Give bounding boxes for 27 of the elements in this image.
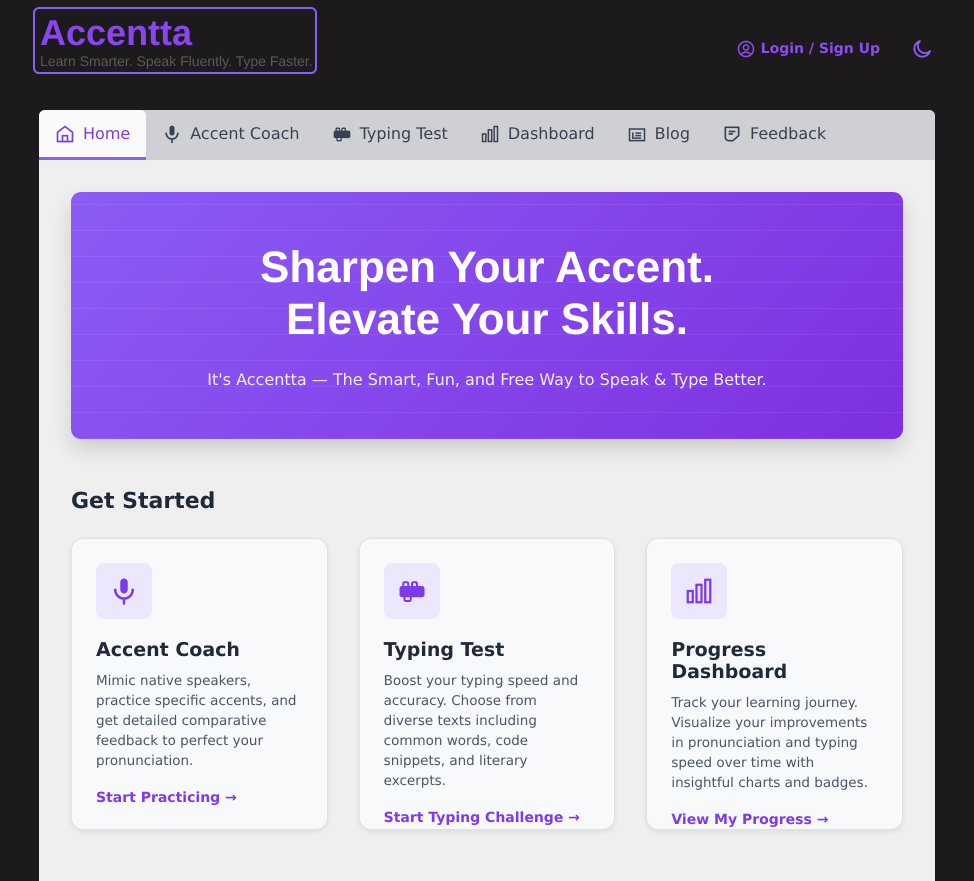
home-icon: [55, 124, 75, 144]
logo-box[interactable]: Accentta Learn Smarter. Speak Fluently. Type Faster.: [33, 7, 317, 74]
user-icon: [736, 40, 755, 58]
logo-text: Accentta: [40, 13, 194, 53]
card-title: Typing Test: [384, 639, 506, 661]
card-text: Boost your typing speed and accuracy. Choose from diverse texts including common words, code snippets, and literary excerpts.: [384, 672, 580, 791]
card-title: Accent Coach: [96, 639, 241, 661]
bar-chart-icon: [480, 124, 500, 144]
nav-tab[interactable]: Dashboard: [464, 110, 611, 160]
nav-tab[interactable]: Accent Coach: [146, 110, 316, 160]
login-link[interactable]: Login / Sign Up: [736, 40, 880, 58]
section-title: Get Started: [71, 489, 216, 514]
card-text: Mimic native speakers, practice specific accents, and get detailed comparative feedback to perfect your pronunciation.: [96, 672, 298, 771]
card-link[interactable]: Start Typing Challenge →: [384, 810, 580, 826]
tagline: Learn Smarter. Speak Fluently. Type Faster.: [40, 53, 313, 69]
feedback-icon: [722, 124, 742, 144]
bar-chart-icon: [684, 576, 714, 606]
card-text: Track your learning journey. Visualize your improvements in pronunciation and typing speed over time with insightful charts and badges.: [671, 694, 869, 793]
card-link[interactable]: Start Practicing →: [96, 790, 237, 806]
nav-tab[interactable]: Blog: [610, 110, 706, 160]
nav-tab[interactable]: Home: [39, 110, 146, 160]
hero-title: Sharpen Your Accent. Elevate Your Skills.: [260, 242, 714, 346]
hero-subtitle: It's Accentta — The Smart, Fun, and Free Way to Speak & Type Better.: [207, 370, 767, 389]
nav-tab[interactable]: Feedback: [706, 110, 842, 160]
nav-tab[interactable]: Typing Test: [316, 110, 464, 160]
card-link[interactable]: View My Progress →: [671, 812, 828, 828]
card-title: Progress Dashboard: [671, 639, 788, 683]
